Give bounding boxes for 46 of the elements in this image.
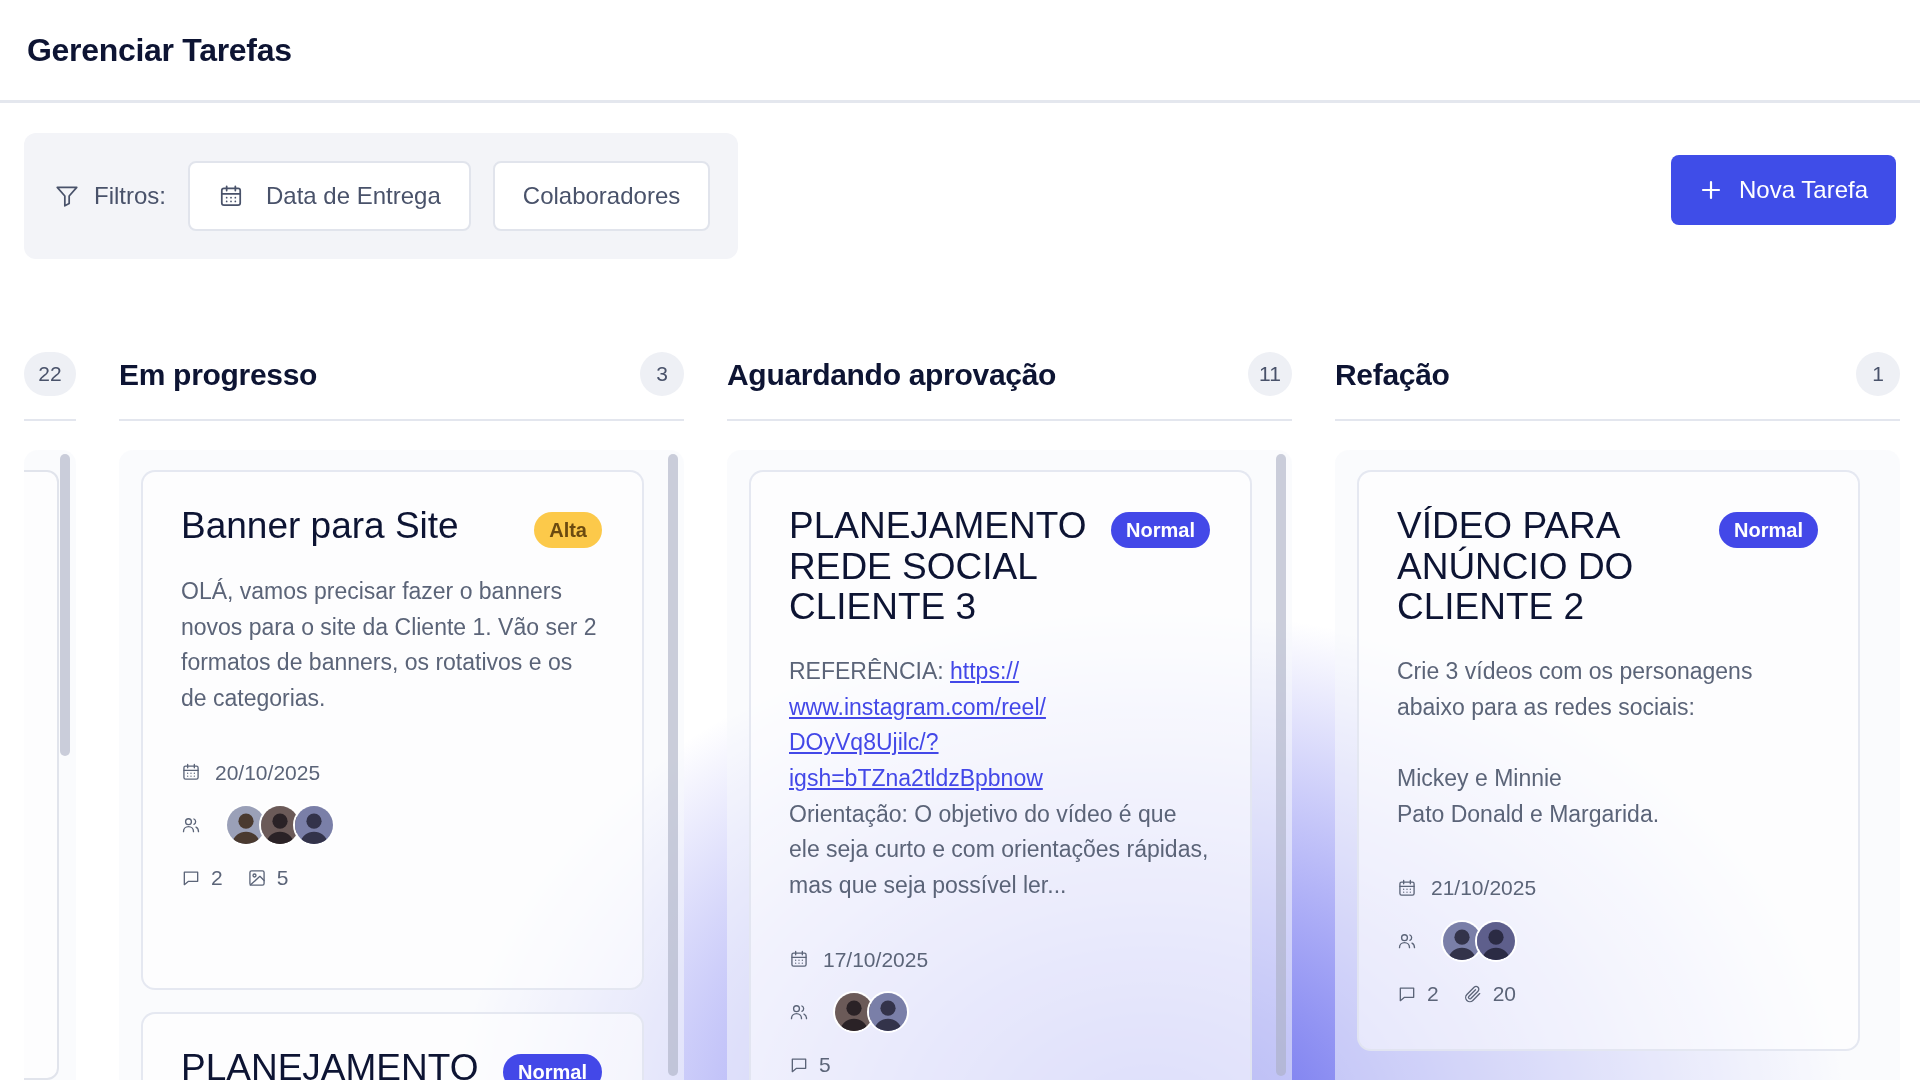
priority-tag: Alta [534, 512, 602, 548]
priority-tag: Normal [503, 1054, 602, 1080]
card-title: VÍDEO PARA ANÚNCIO DO CLIENTE 2 [1397, 506, 1635, 629]
due-date: 21/10/2025 [1431, 875, 1537, 902]
image-count: 5 [276, 865, 289, 892]
description-text: OLÁ, vamos precisar fazer o banners novos para o site da Cliente 1. Vão ser 2 formatos de banners, os rotativos e os de categorias. [181, 577, 598, 713]
filter-icon [54, 183, 80, 209]
reference-link[interactable]: igsh=bTZna2tldzBpbnow [789, 765, 1043, 791]
reference-link[interactable]: www.instagram.com/reel/ [789, 693, 1046, 720]
column-title: Em progresso [119, 356, 318, 393]
task-card[interactable]: PLANEJAMENTO Normal [141, 1012, 644, 1080]
task-card[interactable]: VÍDEO PARA ANÚNCIO DO CLIENTE 2 Normal Crie 3 vídeos com os personagens abaixo para as redes sociais: Mickey e Minnie Pato Donald e Margarida. 21/10/2025 2 20 [1357, 470, 1860, 1052]
count-badge: 3 [640, 352, 684, 396]
task-card[interactable]: Banner para Site Alta OLÁ, vamos precisar fazer o banners novos para o site da Cliente 1. Vão ser 2 formatos de banners, os rotativos e os de categorias. 20/10/2025 2 5 [141, 470, 644, 990]
page-title: Gerenciar Tarefas [27, 30, 292, 70]
image-icon [246, 867, 267, 888]
new-task-button[interactable]: Nova Tarefa [1671, 155, 1896, 225]
priority-tag: Normal [1719, 512, 1818, 548]
description-text: Orientação: O objetivo do vídeo é que ele seja curto e com orientações rápidas, mas que seja possível ler... [789, 799, 1210, 900]
reference-link[interactable]: DOyVq8Ujilc/? [789, 729, 939, 756]
card-title: PLANEJAMENTO REDE SOCIAL CLIENTE 3 [789, 506, 1087, 629]
comment-count: 2 [1427, 980, 1439, 1007]
attachment-count: 20 [1492, 980, 1517, 1007]
description-text: Crie 3 vídeos com os personagens abaixo para as redes sociais: Mickey e Minnie Pato Donald e Margarida. [1397, 657, 1754, 829]
filter-button[interactable]: Colaboradores [492, 161, 711, 231]
count-badge: 1 [1856, 352, 1900, 396]
date-filter-button[interactable]: Data de Entrega [188, 161, 471, 231]
comment-count: 2 [211, 865, 223, 892]
priority-tag: Normal [1111, 512, 1210, 548]
count-badge: 11 [1248, 352, 1292, 396]
calendar-icon [218, 183, 244, 209]
column-title: Aguardando aprovação [727, 356, 1057, 393]
comment-count: 5 [819, 1052, 831, 1079]
calendar-icon [789, 949, 809, 970]
column-title: Refação [1335, 356, 1450, 393]
calendar-icon [1397, 878, 1417, 898]
paperclip-icon [1462, 983, 1483, 1004]
reference-link[interactable]: https:// [950, 658, 1020, 685]
calendar-icon [181, 762, 201, 783]
count-badge: 22 [24, 352, 76, 396]
due-date: 20/10/2025 [215, 759, 321, 786]
due-date: 17/10/2025 [823, 946, 929, 973]
card-title: Banner para Site [181, 506, 460, 547]
description-text: REFERÊNCIA: https:// www.instagram.com/reel/ DOyVq8Ujilc/? igsh=bTZna2tldzBpbnow [789, 657, 1047, 793]
card-title: PLANEJAMENTO [181, 1048, 479, 1080]
filter-label: Filtros: [94, 181, 166, 211]
